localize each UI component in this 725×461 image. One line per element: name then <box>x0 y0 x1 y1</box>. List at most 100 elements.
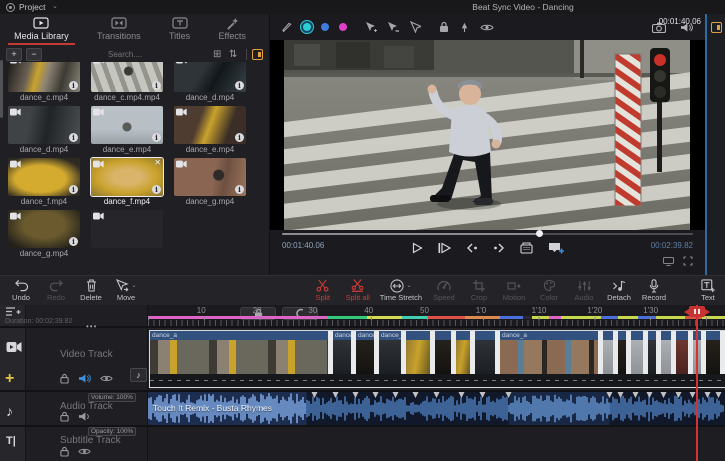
add-media-button[interactable]: + <box>6 48 22 61</box>
remove-media-button[interactable]: − <box>26 48 42 61</box>
split-all-button[interactable]: Split all <box>345 279 371 302</box>
record-button[interactable]: Record <box>641 279 667 302</box>
info-icon[interactable]: i <box>235 185 244 194</box>
video-clip[interactable] <box>631 331 643 374</box>
beat-marker-pin[interactable] <box>646 392 652 401</box>
snapshot-button[interactable] <box>520 242 533 254</box>
beat-marker-pin[interactable] <box>433 392 439 401</box>
playhead-line[interactable] <box>696 305 698 461</box>
visibility-icon[interactable] <box>78 446 91 457</box>
capture-add-button[interactable] <box>548 242 564 254</box>
play-button[interactable] <box>411 242 423 254</box>
collapse-library-icon[interactable] <box>252 49 263 60</box>
lock-icon[interactable] <box>60 411 69 422</box>
linked-audio-badge[interactable]: ♪ <box>130 368 147 382</box>
tab-titles[interactable]: Titles <box>169 17 190 41</box>
media-thumbnail[interactable]: i <box>174 106 246 144</box>
video-clip[interactable] <box>603 331 613 374</box>
search-input[interactable] <box>108 48 202 61</box>
visibility-icon[interactable] <box>100 373 113 384</box>
beat-marker-pin[interactable] <box>459 392 465 401</box>
undo-button[interactable]: Undo <box>8 279 34 302</box>
video-clip-selection[interactable]: dance_adance_cdance_bdance_ddance_a <box>149 330 725 388</box>
mute-icon[interactable] <box>78 411 91 422</box>
pin-icon[interactable] <box>459 22 470 33</box>
video-clip[interactable] <box>661 331 671 374</box>
lock-icon[interactable] <box>439 21 449 33</box>
media-thumbnail[interactable]: i <box>8 210 80 248</box>
beat-marker-pin[interactable] <box>704 392 710 401</box>
beat-marker-pin[interactable] <box>312 392 318 401</box>
beat-marker-pin[interactable] <box>505 392 511 401</box>
beat-marker-pin[interactable] <box>352 392 358 401</box>
select-star-tool-icon[interactable] <box>365 21 377 33</box>
info-icon[interactable]: i <box>69 185 78 194</box>
beat-marker-pin[interactable] <box>393 392 399 401</box>
video-clip[interactable] <box>406 331 430 374</box>
close-icon[interactable]: ✕ <box>154 158 161 167</box>
display-mode-icon[interactable] <box>663 256 674 266</box>
delete-button[interactable]: Delete <box>78 279 104 302</box>
video-clip[interactable] <box>648 331 656 374</box>
select-tool-icon[interactable] <box>409 21 421 33</box>
grid-view-icon[interactable]: ⊞ <box>213 49 221 60</box>
tab-effects[interactable]: Effects <box>218 17 245 41</box>
split-button[interactable]: Split <box>310 279 336 302</box>
project-menu[interactable]: Project <box>19 2 45 12</box>
subtitle-track-content[interactable] <box>148 427 725 461</box>
media-thumbnail[interactable] <box>91 210 163 248</box>
info-icon[interactable]: i <box>69 133 78 142</box>
beat-marker-pin[interactable] <box>413 392 419 401</box>
beat-marker-pin[interactable] <box>479 392 485 401</box>
video-clip[interactable] <box>676 331 688 374</box>
info-icon[interactable]: i <box>69 237 78 246</box>
beat-marker-pin[interactable] <box>372 392 378 401</box>
beat-marker-pin[interactable] <box>632 392 638 401</box>
beat-marker-pin[interactable] <box>618 392 624 401</box>
media-thumbnail[interactable]: i <box>8 106 80 144</box>
media-thumbnail[interactable]: i <box>91 106 163 144</box>
sort-icon[interactable]: ⇅ <box>229 49 237 60</box>
beat-marker-blue-dot[interactable] <box>321 23 329 31</box>
beat-marker-magenta-dot[interactable] <box>339 23 347 31</box>
text-button[interactable]: Text <box>695 279 721 302</box>
move-button[interactable]: ⌄Move <box>113 279 139 302</box>
lock-icon[interactable] <box>60 446 69 457</box>
select-range-tool-icon[interactable] <box>387 21 399 33</box>
info-icon[interactable]: i <box>235 81 244 90</box>
media-thumbnail[interactable]: i <box>174 62 246 92</box>
info-icon[interactable]: i <box>69 81 78 90</box>
video-clip[interactable]: dance_a <box>150 331 328 374</box>
info-icon[interactable]: i <box>235 133 244 142</box>
beat-marker-pin[interactable] <box>332 392 338 401</box>
library-scrollbar[interactable] <box>0 60 3 118</box>
media-thumbnail[interactable]: i <box>91 62 163 92</box>
lock-icon[interactable] <box>60 373 69 384</box>
media-thumbnail[interactable]: i <box>8 158 80 196</box>
beat-marker-cyan-dot[interactable] <box>303 23 311 31</box>
beat-marker-pin[interactable] <box>675 392 681 401</box>
tab-media-library[interactable]: Media Library <box>14 17 69 41</box>
beat-marker-pin[interactable] <box>661 392 667 401</box>
audio-track-content[interactable]: Touch It Remix - Busta Rhymes <box>148 392 725 425</box>
video-clip[interactable]: dance_d <box>379 331 401 374</box>
media-thumbnail[interactable]: i✕ <box>91 158 163 196</box>
tab-transitions[interactable]: Transitions <box>97 17 141 41</box>
video-clip[interactable]: dance_b <box>356 331 374 374</box>
video-track-menu[interactable]: ••• <box>86 322 97 331</box>
collapse-preview-icon[interactable] <box>711 22 722 33</box>
detach-button[interactable]: Detach <box>606 279 632 302</box>
info-icon[interactable]: i <box>152 133 161 142</box>
video-track-content[interactable]: dance_adance_cdance_bdance_ddance_a <box>148 328 725 390</box>
mute-icon[interactable] <box>78 373 91 384</box>
info-icon[interactable]: i <box>152 81 161 90</box>
media-thumbnail[interactable]: i <box>8 62 80 92</box>
previous-frame-button[interactable] <box>466 242 478 254</box>
beat-marker-pin[interactable] <box>606 392 612 401</box>
chevron-down-icon[interactable]: ⌄ <box>406 282 411 289</box>
video-clip[interactable] <box>618 331 626 374</box>
beat-marker-pin[interactable] <box>716 392 722 401</box>
pen-tool-icon[interactable] <box>282 22 293 33</box>
next-frame-button[interactable] <box>493 242 505 254</box>
play-selection-button[interactable] <box>438 242 451 254</box>
